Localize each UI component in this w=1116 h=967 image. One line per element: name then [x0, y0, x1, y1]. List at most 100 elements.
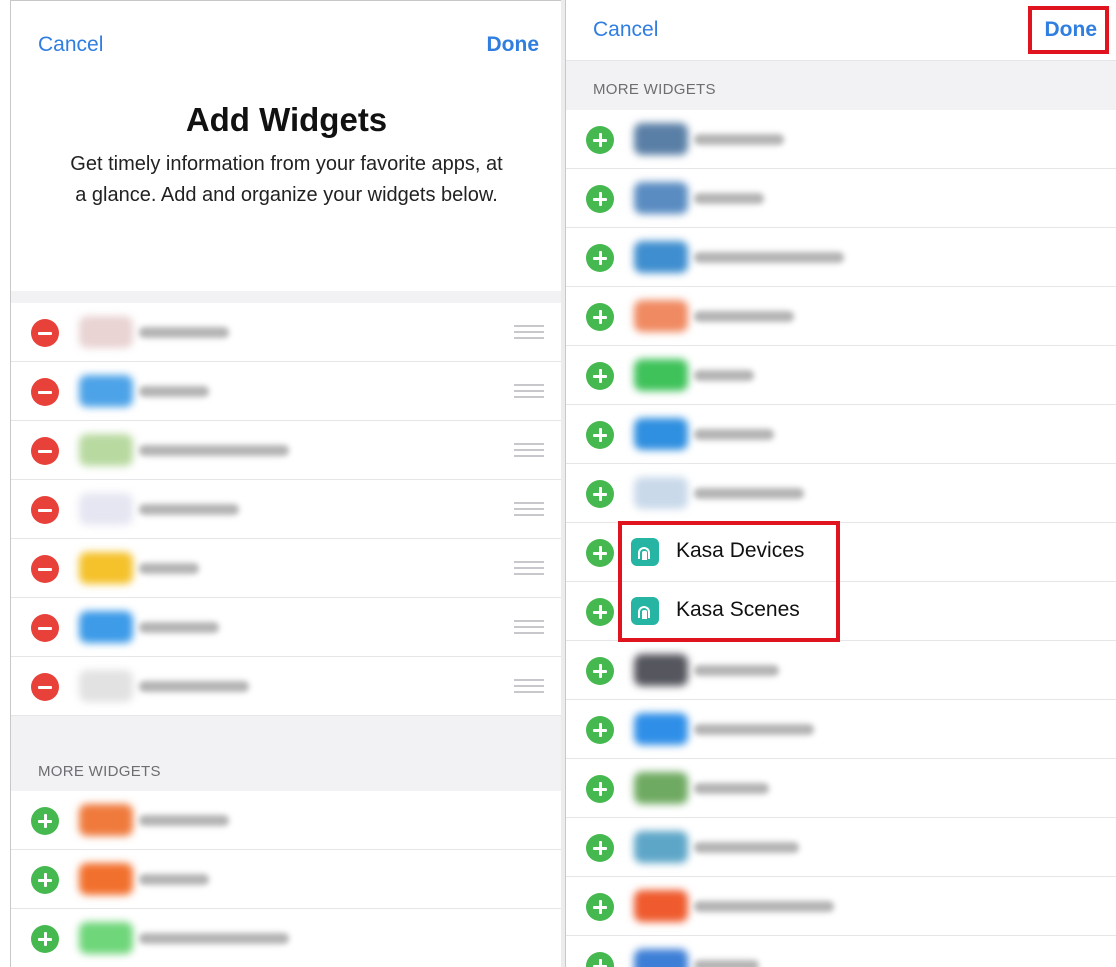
remove-widget-icon[interactable] [31, 614, 59, 642]
widget-row[interactable] [566, 346, 1116, 405]
widget-row[interactable] [566, 228, 1116, 287]
reorder-handle-icon[interactable] [514, 325, 544, 339]
blurred-app-icon [79, 804, 133, 836]
add-widget-icon[interactable] [31, 925, 59, 953]
remove-widget-icon[interactable] [31, 555, 59, 583]
done-button[interactable]: Done [487, 33, 540, 57]
add-widget-icon[interactable] [586, 893, 614, 921]
widget-row[interactable] [11, 598, 561, 657]
add-widget-icon[interactable] [586, 244, 614, 272]
blurred-app-icon [634, 949, 688, 967]
reorder-handle-icon[interactable] [514, 561, 544, 575]
blurred-widget-name [139, 622, 219, 633]
blurred-widget-name [694, 311, 794, 322]
blurred-app-icon [79, 670, 133, 702]
widget-row[interactable] [566, 110, 1116, 169]
cancel-button[interactable]: Cancel [593, 18, 658, 42]
widget-row[interactable] [566, 169, 1116, 228]
widget-row[interactable] [566, 287, 1116, 346]
widget-row[interactable] [11, 480, 561, 539]
widget-row[interactable] [566, 877, 1116, 936]
blurred-widget-name [694, 134, 784, 145]
add-widget-icon[interactable] [31, 866, 59, 894]
blurred-app-icon [634, 359, 688, 391]
page-description: Get timely information from your favorit… [70, 153, 503, 206]
blurred-app-icon [79, 922, 133, 954]
add-widget-icon[interactable] [586, 657, 614, 685]
cancel-button[interactable]: Cancel [38, 33, 103, 57]
add-widget-icon[interactable] [586, 775, 614, 803]
remove-widget-icon[interactable] [31, 319, 59, 347]
widget-row[interactable] [11, 362, 561, 421]
blurred-widget-name [139, 386, 209, 397]
widget-row[interactable] [11, 850, 561, 909]
blurred-widget-name [139, 681, 249, 692]
widget-row[interactable] [566, 759, 1116, 818]
add-widget-icon[interactable] [586, 362, 614, 390]
widget-row[interactable] [11, 909, 561, 967]
blurred-app-icon [634, 713, 688, 745]
widget-row[interactable] [566, 405, 1116, 464]
more-widgets-header: MORE WIDGETS [11, 716, 561, 791]
blurred-widget-name [694, 960, 759, 967]
blurred-app-icon [634, 241, 688, 273]
reorder-handle-icon[interactable] [514, 620, 544, 634]
add-widget-icon[interactable] [586, 126, 614, 154]
blurred-widget-name [694, 370, 754, 381]
blurred-widget-name [694, 193, 764, 204]
blurred-widget-name [139, 445, 289, 456]
add-widgets-panel-left: Cancel Done Add Widgets Get timely infor… [10, 0, 561, 967]
reorder-handle-icon[interactable] [514, 443, 544, 457]
blurred-widget-name [694, 842, 799, 853]
reorder-handle-icon[interactable] [514, 502, 544, 516]
blurred-app-icon [79, 375, 133, 407]
blurred-widget-name [694, 429, 774, 440]
widget-row[interactable] [11, 303, 561, 362]
widget-row[interactable] [566, 936, 1116, 967]
blurred-widget-name [694, 665, 779, 676]
blurred-widget-name [139, 874, 209, 885]
blurred-app-icon [634, 654, 688, 686]
widget-row[interactable] [11, 539, 561, 598]
blurred-app-icon [79, 552, 133, 584]
add-widget-icon[interactable] [586, 598, 614, 626]
add-widget-icon[interactable] [586, 303, 614, 331]
blurred-widget-name [139, 563, 199, 574]
blurred-widget-name [694, 488, 804, 499]
blurred-app-icon [634, 890, 688, 922]
kasa-highlight-box [618, 521, 840, 642]
widget-row[interactable] [566, 700, 1116, 759]
blurred-widget-name [139, 815, 229, 826]
add-widget-icon[interactable] [586, 480, 614, 508]
page-title: Add Widgets [185, 101, 388, 138]
reorder-handle-icon[interactable] [514, 679, 544, 693]
blurred-app-icon [634, 477, 688, 509]
remove-widget-icon[interactable] [31, 437, 59, 465]
widget-row[interactable] [11, 657, 561, 716]
widget-row[interactable] [566, 464, 1116, 523]
widget-row[interactable] [566, 641, 1116, 700]
add-widget-icon[interactable] [586, 834, 614, 862]
blurred-widget-name [694, 252, 844, 263]
add-widget-icon[interactable] [586, 185, 614, 213]
blurred-widget-name [694, 901, 834, 912]
remove-widget-icon[interactable] [31, 673, 59, 701]
reorder-handle-icon[interactable] [514, 384, 544, 398]
blurred-app-icon [79, 493, 133, 525]
add-widget-icon[interactable] [31, 807, 59, 835]
blurred-app-icon [634, 772, 688, 804]
add-widget-icon[interactable] [586, 952, 614, 967]
blurred-app-icon [634, 418, 688, 450]
widget-row[interactable] [11, 421, 561, 480]
remove-widget-icon[interactable] [31, 496, 59, 524]
more-widgets-label: MORE WIDGETS [593, 81, 716, 98]
remove-widget-icon[interactable] [31, 378, 59, 406]
widget-row[interactable] [11, 791, 561, 850]
blurred-widget-name [694, 724, 814, 735]
blurred-widget-name [139, 504, 239, 515]
add-widget-icon[interactable] [586, 539, 614, 567]
add-widget-icon[interactable] [586, 421, 614, 449]
widget-row[interactable] [566, 818, 1116, 877]
more-widgets-header: MORE WIDGETS [566, 61, 1116, 110]
add-widget-icon[interactable] [586, 716, 614, 744]
